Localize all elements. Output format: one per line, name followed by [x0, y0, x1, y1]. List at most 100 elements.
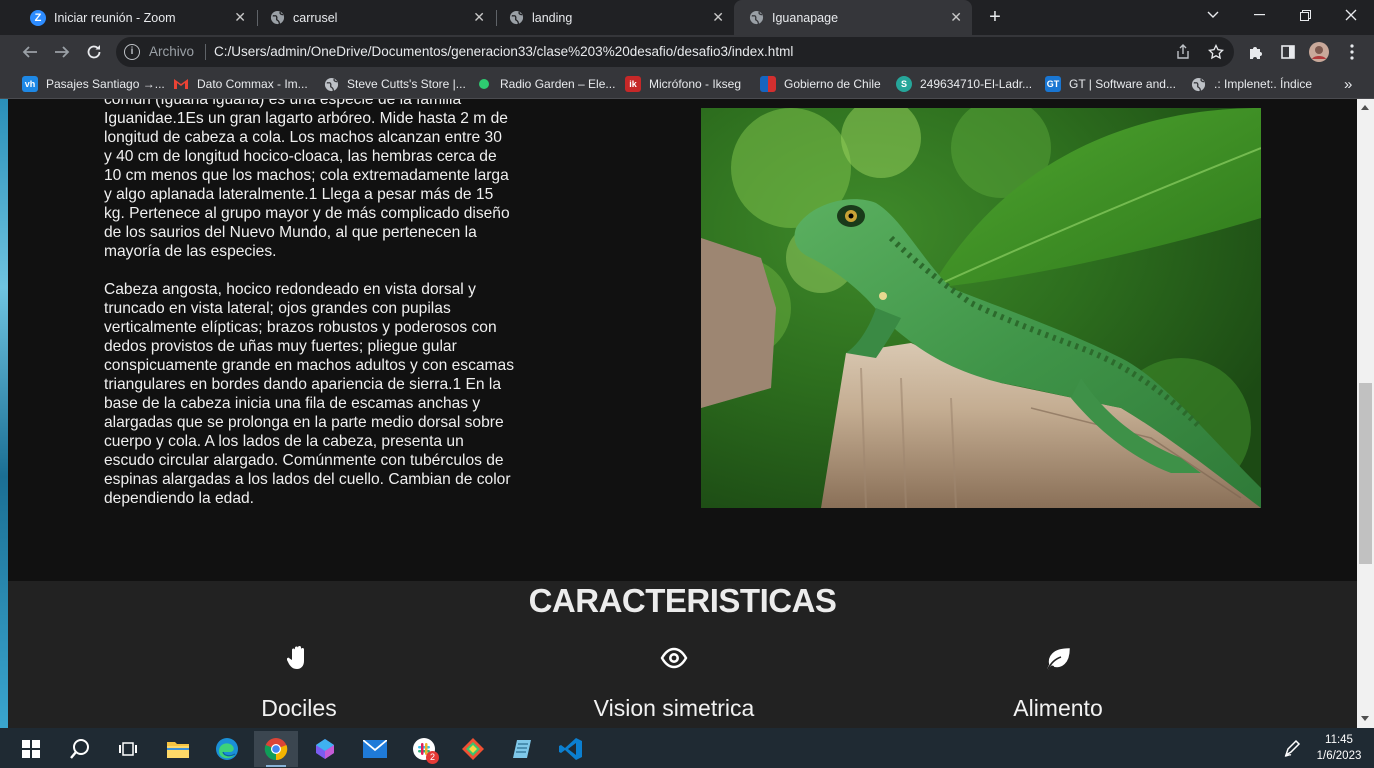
tab-carrusel[interactable]: carrusel ✕ [255, 0, 495, 35]
globe-icon [748, 10, 764, 26]
bookmark-pasajes[interactable]: vh Pasajes Santiago →... [22, 76, 165, 92]
info-icon[interactable]: i [124, 44, 140, 60]
description-paragraph: Cabeza angosta, hocico redondeado en vis… [104, 281, 515, 507]
bookmark-label: Steve Cutts's Store |... [347, 77, 466, 91]
vh-icon: vh [22, 76, 38, 92]
profile-avatar-icon[interactable] [1309, 42, 1329, 62]
bookmarks-bar: vh Pasajes Santiago →... Dato Commax - I… [0, 69, 1374, 99]
tab-title: carrusel [293, 10, 338, 25]
feature-dociles: Dociles [139, 645, 459, 722]
globe-icon [323, 76, 339, 92]
chrome-icon[interactable] [254, 731, 298, 767]
start-icon[interactable] [9, 731, 53, 767]
address-url[interactable]: C:/Users/admin/OneDrive/Documentos/gener… [214, 44, 793, 59]
clock-time: 11:45 [1325, 734, 1353, 746]
scribd-icon: S [896, 76, 912, 92]
gobierno-flag-icon [760, 76, 776, 92]
close-icon[interactable]: ✕ [712, 9, 724, 26]
tab-zoom[interactable]: Z Iniciar reunión - Zoom ✕ [16, 0, 256, 35]
bookmark-el-ladron[interactable]: S 249634710-El-Ladr... [896, 76, 1032, 92]
bookmark-label: .: Implenet:. Índice [1214, 77, 1313, 91]
globe-icon [1190, 76, 1206, 92]
bookmark-label: Dato Commax - Im... [197, 77, 308, 91]
tab-title: landing [532, 10, 573, 25]
feature-alimento: Alimento [898, 645, 1218, 722]
address-scheme: Archivo [149, 44, 195, 59]
tab-iguanapage[interactable]: Iguanapage ✕ [734, 0, 972, 35]
tab-landing[interactable]: landing ✕ [494, 0, 734, 35]
restore-button[interactable] [1282, 0, 1328, 30]
bookmark-implenet[interactable]: .: Implenet:. Índice [1190, 76, 1312, 92]
globe-icon [508, 10, 524, 26]
description-paragraph: común (Iguana iguana) es una especie de … [104, 99, 510, 260]
leaf-icon [898, 645, 1218, 673]
minimize-button[interactable] [1236, 0, 1282, 30]
bookmark-gobierno[interactable]: Gobierno de Chile [760, 76, 881, 92]
bookmark-label: Gobierno de Chile [784, 77, 881, 91]
ikseg-icon: ik [625, 76, 641, 92]
reload-button[interactable] [81, 39, 107, 65]
feature-vision: Vision simetrica [514, 645, 834, 722]
globe-icon [269, 10, 285, 26]
more-bookmarks-button[interactable]: » [1344, 76, 1352, 93]
tab-title: Iniciar reunión - Zoom [54, 10, 176, 25]
back-button[interactable] [17, 39, 43, 65]
share-icon[interactable] [1173, 42, 1193, 62]
new-tab-button[interactable]: + [984, 4, 1006, 30]
file-explorer-icon[interactable] [156, 731, 200, 767]
scrollbar-thumb[interactable] [1359, 383, 1372, 564]
zoom-icon: Z [30, 9, 46, 26]
scroll-down-arrow[interactable] [1361, 716, 1369, 721]
close-icon[interactable]: ✕ [950, 9, 962, 26]
gt-icon: GT [1045, 76, 1061, 92]
bookmark-label: Pasajes Santiago →... [46, 77, 165, 91]
hand-icon [139, 645, 459, 673]
iguana-description: común (Iguana iguana) es una especie de … [104, 99, 514, 527]
iguana-photo [701, 108, 1261, 508]
eye-icon [514, 645, 834, 673]
desktop-wallpaper-edge [0, 99, 8, 728]
menu-kebab-icon[interactable] [1342, 42, 1362, 62]
bookmark-label: 249634710-El-Ladr... [920, 77, 1033, 91]
scroll-up-arrow[interactable] [1361, 105, 1369, 110]
close-icon[interactable]: ✕ [473, 9, 485, 26]
mail-icon[interactable] [353, 731, 397, 767]
extensions-icon[interactable] [1246, 42, 1266, 62]
gmail-icon [173, 76, 189, 92]
windows-taskbar: 2 11:45 1/6/2023 [0, 728, 1374, 768]
notification-badge: 2 [426, 751, 439, 764]
bookmark-label: Radio Garden – Ele... [500, 77, 616, 91]
task-view-icon[interactable] [106, 731, 150, 767]
browser-toolbar: i Archivo C:/Users/admin/OneDrive/Docume… [0, 35, 1374, 69]
gitkraken-icon[interactable] [451, 731, 495, 767]
tab-search-icon[interactable] [1190, 0, 1236, 30]
notepad-icon[interactable] [500, 731, 544, 767]
close-icon[interactable]: ✕ [234, 9, 246, 26]
tab-title: Iguanapage [772, 10, 839, 25]
close-window-button[interactable] [1328, 0, 1374, 30]
feature-label: Alimento [1013, 695, 1103, 721]
bookmark-label: Micrófono - Ikseg [649, 77, 742, 91]
tab-strip: Z Iniciar reunión - Zoom ✕ carrusel ✕ la… [0, 0, 1374, 35]
bookmark-dato-commax[interactable]: Dato Commax - Im... [173, 76, 308, 92]
feature-label: Dociles [261, 695, 337, 721]
address-bar[interactable]: i Archivo C:/Users/admin/OneDrive/Docume… [116, 37, 1234, 67]
forward-button[interactable] [49, 39, 75, 65]
page-scrollbar[interactable] [1357, 99, 1374, 728]
bookmark-star-icon[interactable] [1206, 42, 1226, 62]
radio-garden-icon [476, 76, 492, 92]
copilot-icon[interactable] [303, 731, 347, 767]
edge-icon[interactable] [205, 731, 249, 767]
bookmark-gt-software[interactable]: GT GT | Software and... [1045, 76, 1176, 92]
bookmark-steve-cutts[interactable]: Steve Cutts's Store |... [323, 76, 466, 92]
side-panel-icon[interactable] [1278, 42, 1298, 62]
pen-icon[interactable] [1283, 738, 1303, 763]
bookmark-radio-garden[interactable]: Radio Garden – Ele... [476, 76, 615, 92]
features-section: CARACTERISTICAS Dociles Vision simetrica… [8, 581, 1357, 728]
search-icon[interactable] [58, 731, 102, 767]
system-clock[interactable]: 11:45 1/6/2023 [1310, 732, 1368, 764]
bookmark-microfono[interactable]: ik Micrófono - Ikseg [625, 76, 741, 92]
slack-icon[interactable]: 2 [402, 731, 446, 767]
vscode-icon[interactable] [549, 731, 593, 767]
bookmark-label: GT | Software and... [1069, 77, 1176, 91]
